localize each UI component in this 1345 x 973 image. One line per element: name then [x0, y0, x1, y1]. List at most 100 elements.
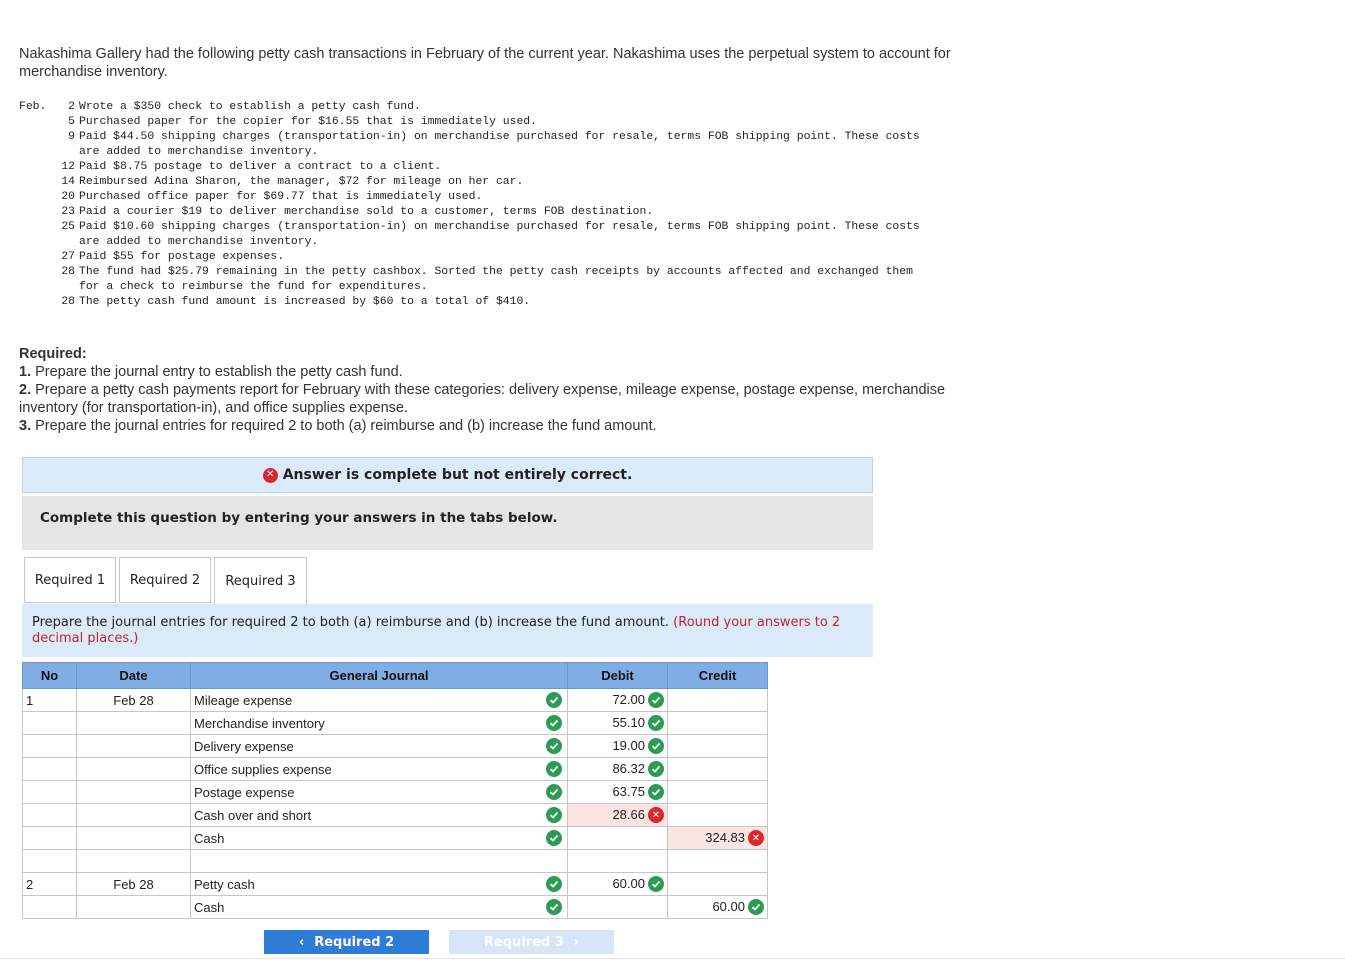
transaction-day: 20 — [61, 191, 75, 203]
transaction-day: 14 — [61, 176, 75, 188]
header-no: No — [22, 662, 77, 689]
transaction-item: 28 The petty cash fund amount is increase… — [19, 295, 969, 310]
transaction-item: 14 Reimbursed Adina Sharon, the manager, … — [19, 175, 969, 190]
transaction-month — [19, 130, 57, 160]
transaction-day: 23 — [61, 206, 75, 218]
debit-cell[interactable]: 60.00 — [567, 872, 668, 896]
date-cell[interactable] — [76, 780, 191, 804]
journal-row: Merchandise inventory 55.10 — [22, 711, 768, 735]
credit-cell[interactable] — [667, 872, 768, 896]
account-cell[interactable]: Cash over and short — [190, 803, 538, 827]
tab-bar: Required 1 Required 2 Required 3 — [24, 557, 310, 605]
transaction-month — [19, 220, 57, 250]
debit-cell[interactable]: 19.00 — [567, 734, 668, 758]
check-icon — [648, 761, 664, 778]
account-cell[interactable]: Office supplies expense — [190, 757, 538, 781]
empty-cell — [190, 849, 538, 873]
debit-cell[interactable]: 63.75 — [567, 780, 668, 804]
account-cell-value: Merchandise inventory — [194, 715, 325, 731]
debit-cell[interactable]: 86.32 — [567, 757, 668, 781]
tab-required-3[interactable]: Required 3 — [214, 557, 307, 605]
entry-no-cell — [22, 895, 77, 919]
next-tab-button[interactable]: Required 3 › — [449, 930, 614, 954]
date-cell[interactable]: Feb 28 — [76, 688, 191, 712]
credit-cell[interactable] — [667, 711, 768, 735]
date-cell[interactable] — [76, 826, 191, 850]
check-icon — [648, 692, 664, 709]
date-cell[interactable] — [76, 803, 191, 827]
transaction-item: 20 Purchased office paper for $69.77 that… — [19, 190, 969, 205]
credit-cell[interactable]: 324.83 ✕ — [667, 826, 768, 850]
credit-cell[interactable] — [667, 780, 768, 804]
required-section: Required: 1. Prepare the journal entry t… — [19, 345, 949, 435]
journal-row: Cash over and short 28.66 ✕ — [22, 803, 768, 827]
account-cell[interactable]: Mileage expense — [190, 688, 538, 712]
required-item-3: 3. Prepare the journal entries for requi… — [19, 418, 657, 434]
check-icon — [545, 830, 562, 847]
error-icon: ✕ — [262, 467, 278, 483]
account-cell[interactable]: Delivery expense — [190, 734, 538, 758]
account-status-cell — [537, 872, 568, 896]
account-cell[interactable]: Cash — [190, 895, 538, 919]
transaction-description: The fund had $25.79 remaining in the pet… — [79, 266, 913, 293]
check-icon — [648, 876, 664, 893]
credit-cell[interactable] — [667, 688, 768, 712]
journal-row: 2 Feb 28 Petty cash 60.00 — [22, 872, 768, 896]
account-cell[interactable]: Petty cash — [190, 872, 538, 896]
transaction-item: Feb. 2 Wrote a $350 check to establish a p… — [19, 100, 969, 115]
account-cell[interactable]: Postage expense — [190, 780, 538, 804]
debit-cell[interactable]: 28.66 ✕ — [567, 803, 668, 827]
account-status-cell — [537, 711, 568, 735]
transaction-day: 2 — [68, 101, 75, 113]
account-cell[interactable]: Merchandise inventory — [190, 711, 538, 735]
chevron-right-icon: › — [573, 934, 580, 950]
tab-required-1[interactable]: Required 1 — [24, 557, 116, 603]
empty-cell — [76, 849, 191, 873]
debit-cell-value: 86.32 — [612, 760, 645, 776]
debit-cell[interactable] — [567, 895, 668, 919]
error-icon: ✕ — [648, 807, 664, 824]
debit-cell[interactable] — [567, 826, 668, 850]
account-cell-value: Office supplies expense — [194, 761, 332, 777]
transaction-day: 28 — [61, 266, 75, 278]
account-status-cell — [537, 757, 568, 781]
prev-tab-button[interactable]: ‹ Required 2 — [264, 930, 429, 954]
account-cell[interactable]: Cash — [190, 826, 538, 850]
empty-cell — [667, 849, 768, 873]
required-item-1: 1. Prepare the journal entry to establis… — [19, 364, 403, 380]
banner-text: Answer is complete but not entirely corr… — [282, 467, 633, 483]
journal-row: Office supplies expense 86.32 — [22, 757, 768, 781]
account-cell-value: Delivery expense — [194, 738, 294, 754]
intro-text: Nakashima Gallery had the following pett… — [19, 46, 951, 80]
entry-no-cell: 2 — [22, 872, 77, 896]
header-general-journal: General Journal — [190, 662, 568, 689]
credit-cell[interactable] — [667, 734, 768, 758]
transaction-description: Wrote a $350 check to establish a petty … — [79, 101, 421, 113]
date-cell[interactable] — [76, 757, 191, 781]
date-cell[interactable] — [76, 711, 191, 735]
date-cell[interactable]: Feb 28 — [76, 872, 191, 896]
account-cell-value: Mileage expense — [194, 692, 293, 708]
credit-cell[interactable] — [667, 803, 768, 827]
credit-cell[interactable] — [667, 757, 768, 781]
check-icon — [545, 715, 562, 732]
chevron-left-icon: ‹ — [298, 934, 305, 950]
check-icon — [648, 784, 664, 801]
transaction-day: 9 — [68, 131, 75, 143]
journal-row: Cash 324.83 ✕ — [22, 826, 768, 850]
date-cell[interactable] — [76, 734, 191, 758]
instruction-box: Complete this question by entering your … — [22, 496, 873, 550]
debit-cell[interactable]: 55.10 — [567, 711, 668, 735]
transaction-item: 23 Paid a courier $19 to deliver merchand… — [19, 205, 969, 220]
date-cell[interactable] — [76, 895, 191, 919]
debit-cell[interactable]: 72.00 — [567, 688, 668, 712]
transaction-description: Paid $8.75 postage to deliver a contract… — [79, 161, 442, 173]
entry-no-cell — [22, 734, 77, 758]
tab-required-2[interactable]: Required 2 — [119, 557, 211, 603]
transaction-month — [19, 160, 57, 175]
account-cell-value: Postage expense — [194, 784, 295, 800]
transaction-list: Feb. 2 Wrote a $350 check to establish a p… — [19, 100, 969, 310]
transaction-day: 5 — [68, 116, 75, 128]
credit-cell[interactable]: 60.00 — [667, 895, 768, 919]
transaction-item: 5 Purchased paper for the copier for $16.… — [19, 115, 969, 130]
